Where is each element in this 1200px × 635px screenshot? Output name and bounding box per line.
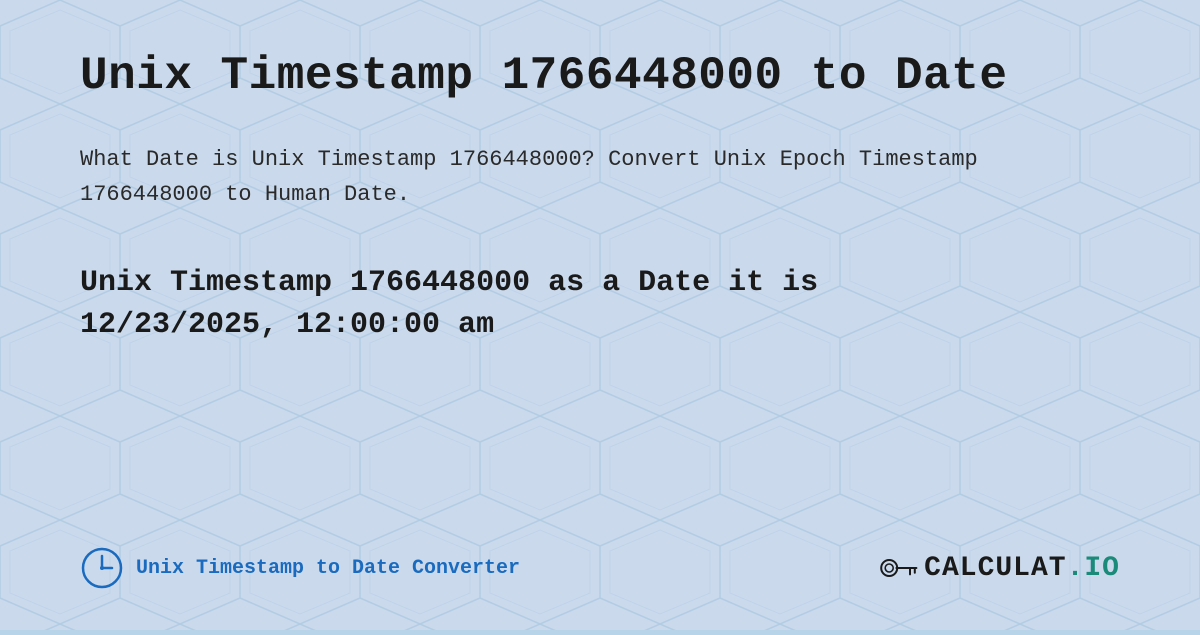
logo-text: CALCULAT.IO: [924, 553, 1120, 584]
calculat-logo: CALCULAT.IO: [878, 551, 1120, 585]
logo-text-suffix: .IO: [1067, 553, 1120, 584]
result-line1: Unix Timestamp 1766448000 as a Date it i…: [80, 266, 818, 300]
result-line2: 12/23/2025, 12:00:00 am: [80, 308, 494, 342]
footer-left: Unix Timestamp to Date Converter: [80, 546, 520, 590]
clock-icon: [80, 546, 124, 590]
result-text: Unix Timestamp 1766448000 as a Date it i…: [80, 262, 1120, 346]
page-title: Unix Timestamp 1766448000 to Date: [80, 50, 1120, 102]
description-text: What Date is Unix Timestamp 1766448000? …: [80, 142, 980, 212]
footer: Unix Timestamp to Date Converter CALCULA…: [80, 546, 1120, 590]
main-content: Unix Timestamp 1766448000 to Date What D…: [0, 0, 1200, 630]
result-block: Unix Timestamp 1766448000 as a Date it i…: [80, 262, 1120, 346]
logo-text-main: CALCULAT: [924, 553, 1066, 584]
logo-icon: [878, 551, 918, 585]
footer-link[interactable]: Unix Timestamp to Date Converter: [136, 557, 520, 580]
